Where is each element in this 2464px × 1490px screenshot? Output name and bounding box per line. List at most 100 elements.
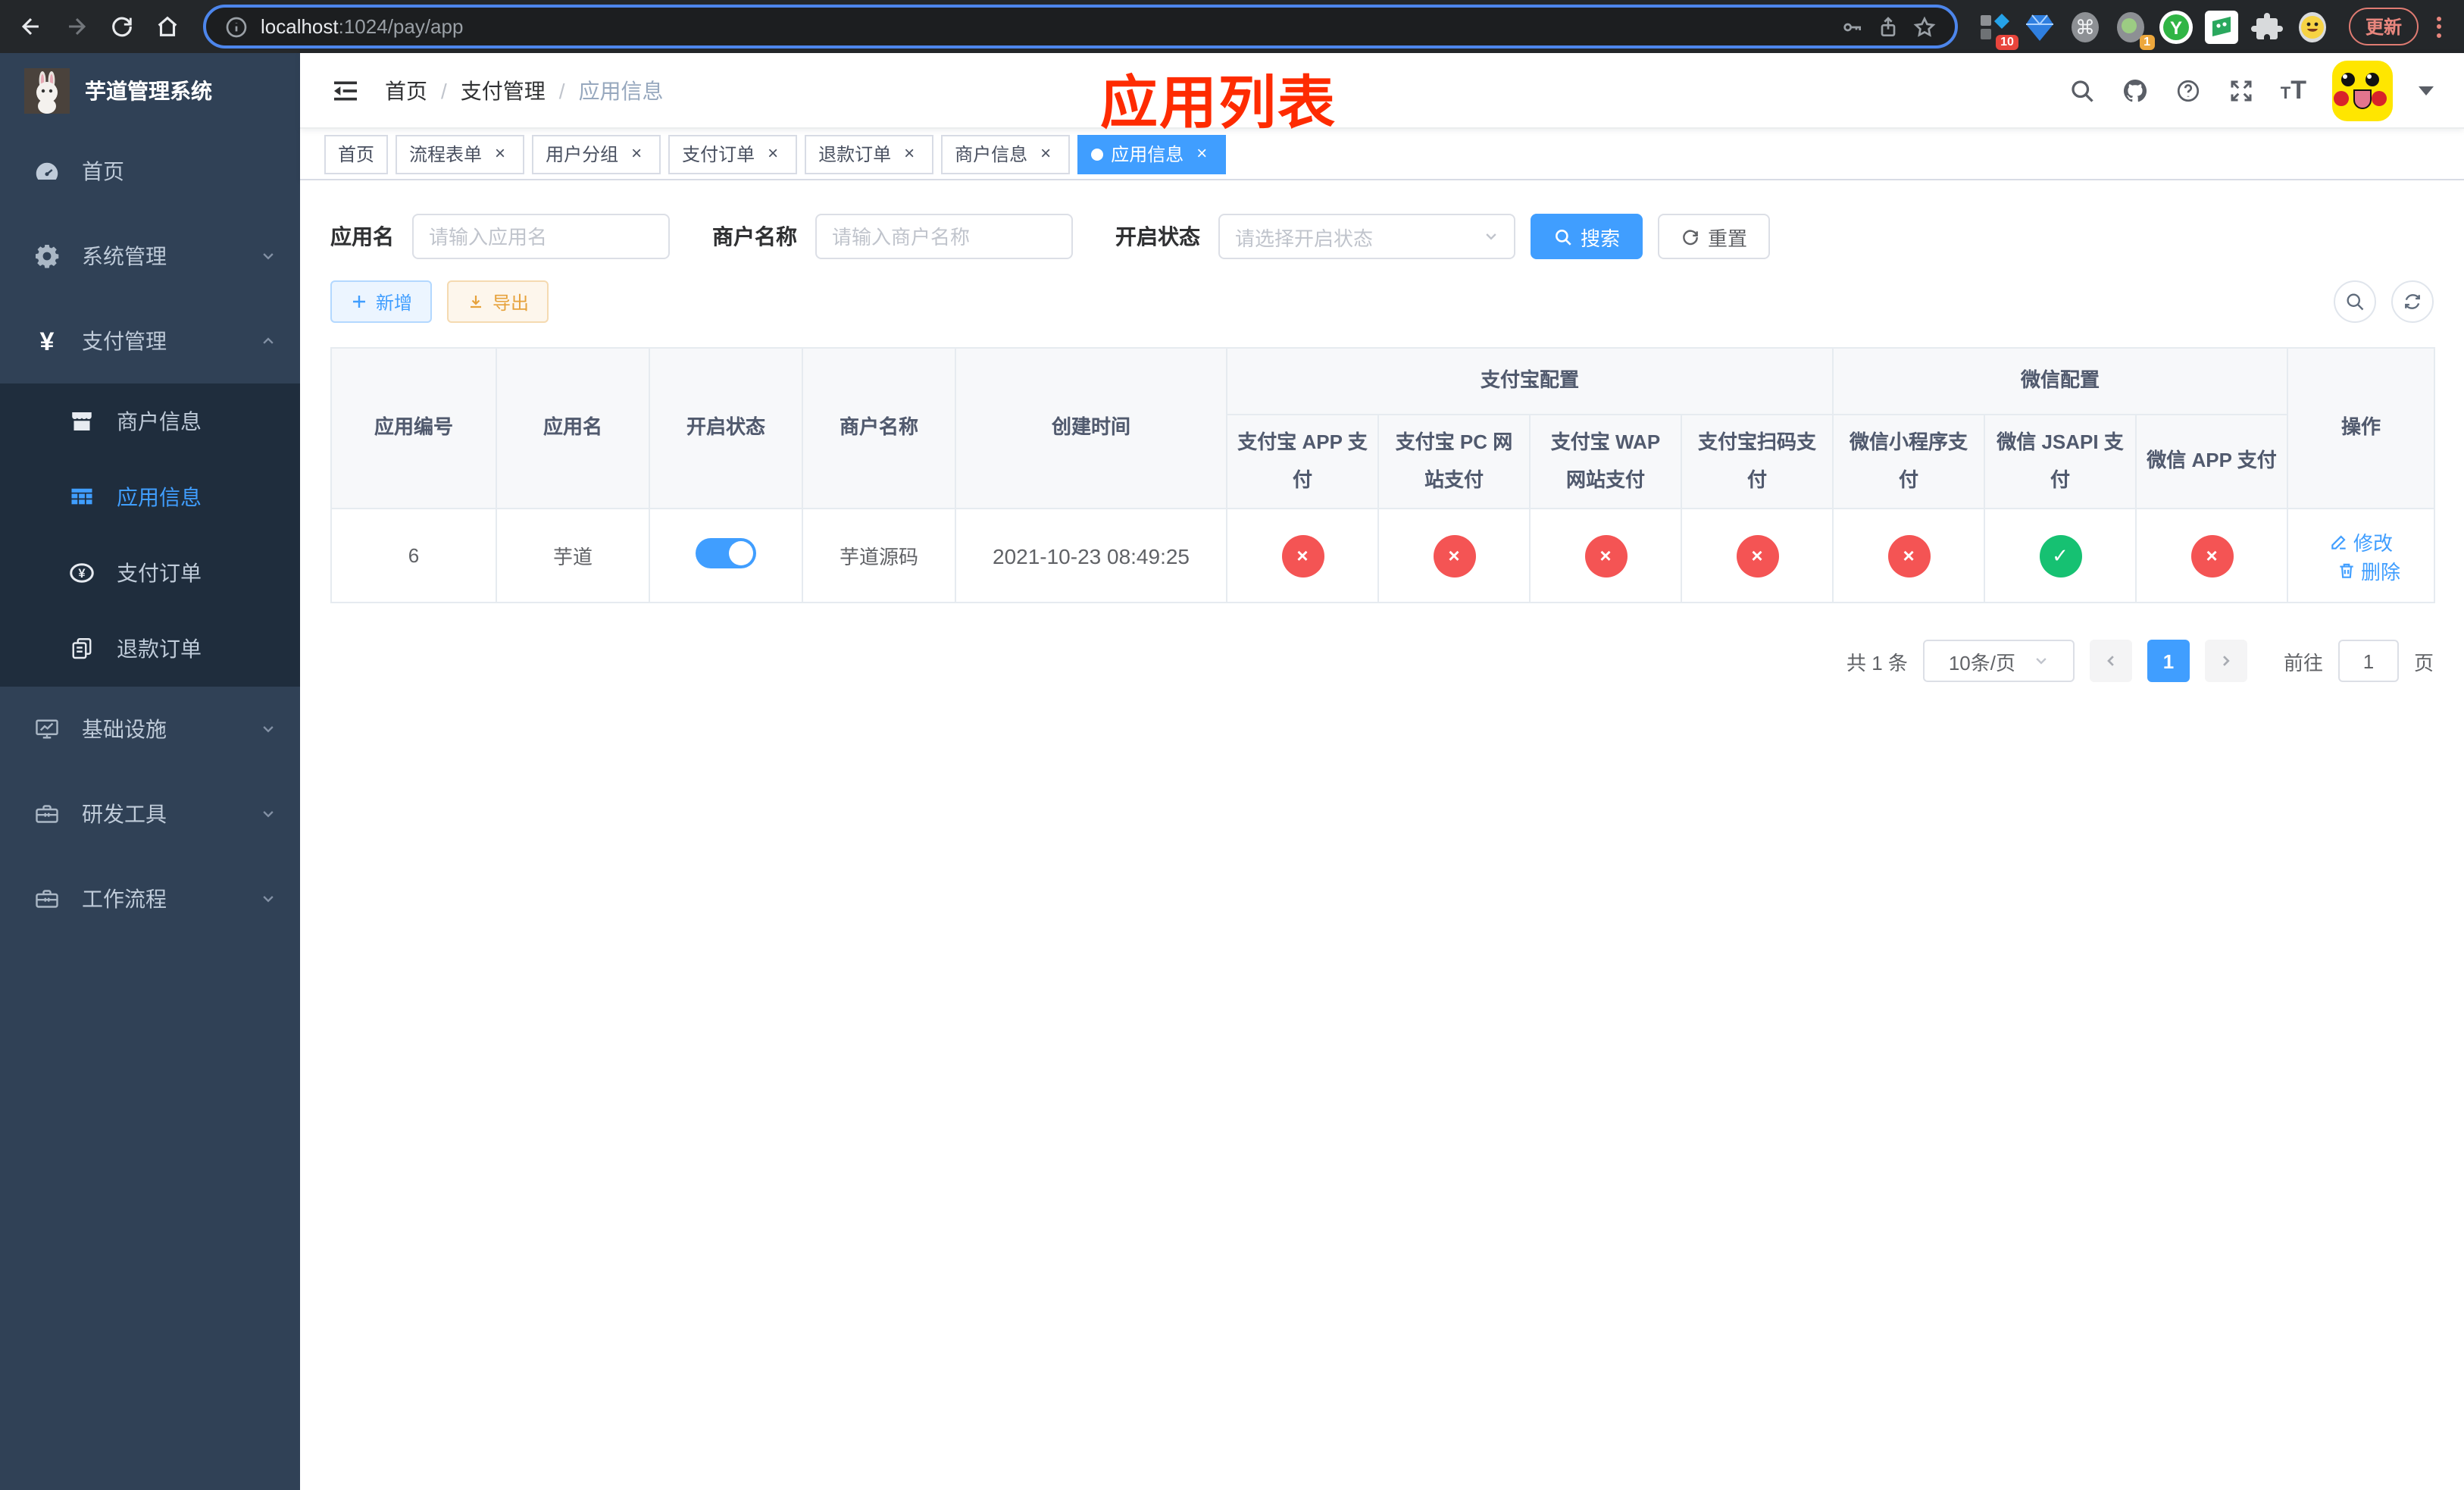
help-question-icon[interactable]: [2175, 77, 2202, 104]
sidebar-item-merchant-info[interactable]: 商户信息: [0, 383, 300, 459]
avatar-eye: [2341, 72, 2355, 86]
password-key-icon[interactable]: [1840, 14, 1864, 39]
tab-pay-order[interactable]: 支付订单 ×: [668, 134, 798, 174]
status-badge-disabled: ×: [1736, 534, 1778, 577]
app-table: 应用编号 应用名 开启状态 商户名称 创建时间 支付宝配置 微信配置 操作 支付…: [330, 347, 2436, 603]
sidebar-item-refund-order[interactable]: 退款订单: [0, 611, 300, 687]
col-alipay-wap: 支付宝 WAP 网站支付: [1529, 414, 1682, 509]
export-button-label: 导出: [492, 292, 530, 313]
sidebar-item-workflow[interactable]: 工作流程: [0, 856, 300, 941]
sidebar-item-pay[interactable]: ¥ 支付管理: [0, 299, 300, 383]
sidebar-item-home[interactable]: 首页: [0, 129, 300, 214]
tab-close-icon[interactable]: ×: [1191, 142, 1212, 164]
status-label: 开启状态: [1115, 224, 1200, 249]
ext-blocks-icon[interactable]: 10: [1976, 8, 2018, 49]
fullscreen-icon[interactable]: [2228, 77, 2255, 104]
breadcrumb-pay[interactable]: 支付管理: [461, 75, 546, 105]
ext-command-icon[interactable]: ⌘: [2067, 8, 2103, 45]
sidebar-item-label: 系统管理: [82, 244, 167, 268]
col-status: 开启状态: [649, 347, 803, 509]
font-size-icon[interactable]: TT: [2281, 77, 2306, 103]
add-button[interactable]: 新增: [330, 280, 433, 323]
monitor-chart-icon: [33, 715, 61, 743]
forward-button[interactable]: [55, 5, 97, 48]
reload-button[interactable]: [100, 5, 142, 48]
tab-refund-order[interactable]: 退款订单 ×: [805, 134, 934, 174]
table-toolbar: 新增 导出: [330, 280, 2434, 323]
export-button[interactable]: 导出: [447, 280, 549, 323]
sidebar-item-system[interactable]: 系统管理: [0, 214, 300, 299]
page-info-icon[interactable]: [224, 14, 249, 39]
status-badge-disabled: ×: [1433, 534, 1475, 577]
ext-badge: 10: [1996, 34, 2018, 49]
sidebar-item-app-info[interactable]: 应用信息: [0, 459, 300, 535]
toggle-search-button[interactable]: [2334, 280, 2376, 323]
tab-user-group[interactable]: 用户分组 ×: [532, 134, 661, 174]
ext-y-icon[interactable]: Y: [2158, 8, 2194, 45]
browser-menu-button[interactable]: [2428, 16, 2449, 37]
user-avatar[interactable]: [2332, 60, 2393, 121]
grid-table-icon: [68, 484, 95, 511]
status-select[interactable]: 请选择开启状态: [1218, 214, 1515, 259]
home-button[interactable]: [145, 5, 188, 48]
current-page-button[interactable]: 1: [2147, 640, 2190, 682]
url-bar[interactable]: localhost:1024/pay/app: [203, 5, 1958, 49]
reset-button[interactable]: 重置: [1658, 214, 1771, 259]
yen-circle-icon: ¥: [68, 559, 95, 587]
ext-recorder-icon[interactable]: 1: [2112, 8, 2155, 49]
tab-app-info-active[interactable]: 应用信息 ×: [1077, 134, 1227, 174]
col-app-name: 应用名: [496, 347, 650, 509]
tab-close-icon[interactable]: ×: [1035, 142, 1056, 164]
avatar-caret-icon[interactable]: [2419, 86, 2434, 95]
tab-close-icon[interactable]: ×: [762, 142, 783, 164]
sidebar-logo[interactable]: 芋道管理系统: [0, 53, 300, 129]
cell-app-name: 芋道: [496, 508, 650, 603]
app-name-label: 应用名: [330, 224, 394, 249]
app-title: 芋道管理系统: [85, 79, 212, 103]
prev-page-button[interactable]: [2089, 640, 2132, 682]
extensions-puzzle-icon[interactable]: [2249, 8, 2285, 45]
chevron-right-icon: [2222, 656, 2230, 666]
ext-gem-icon[interactable]: [2022, 8, 2058, 45]
status-toggle-on[interactable]: [696, 538, 756, 568]
top-navbar: 首页 / 支付管理 / 应用信息 应用列表 T T: [300, 53, 2464, 136]
goto-label: 前往: [2283, 651, 2323, 674]
bookmark-star-icon[interactable]: [1912, 14, 1937, 39]
hamburger-collapse-button[interactable]: [330, 75, 361, 105]
tab-close-icon[interactable]: ×: [489, 142, 511, 164]
sidebar-item-pay-order[interactable]: ¥ 支付订单: [0, 535, 300, 611]
edit-link[interactable]: 修改: [2329, 527, 2393, 556]
refresh-icon: [1683, 229, 1698, 245]
col-group-wechat: 微信配置: [1832, 347, 2289, 415]
share-icon[interactable]: [1876, 14, 1900, 39]
tab-merchant-info[interactable]: 商户信息 ×: [941, 134, 1071, 174]
goto-page-input[interactable]: [2337, 640, 2399, 682]
cell-wx-lite: ×: [1832, 508, 1986, 603]
breadcrumb-home[interactable]: 首页: [385, 75, 427, 105]
tab-home[interactable]: 首页: [324, 134, 389, 174]
status-badge-enabled: ✓: [2039, 534, 2082, 577]
tab-process-form[interactable]: 流程表单 ×: [396, 134, 525, 174]
github-icon[interactable]: [2122, 77, 2149, 104]
next-page-button[interactable]: [2204, 640, 2247, 682]
merchant-name-input[interactable]: [815, 214, 1073, 259]
header-search-icon[interactable]: [2068, 77, 2096, 104]
cell-alipay-wap: ×: [1529, 508, 1682, 603]
tab-close-icon[interactable]: ×: [626, 142, 647, 164]
col-group-alipay: 支付宝配置: [1225, 347, 1834, 415]
app-name-input[interactable]: [412, 214, 670, 259]
browser-update-button[interactable]: 更新: [2348, 8, 2419, 45]
sidebar-item-infra[interactable]: 基础设施: [0, 687, 300, 772]
add-button-label: 新增: [376, 292, 413, 313]
sidebar-item-devtools[interactable]: 研发工具: [0, 772, 300, 856]
sidebar-item-label: 研发工具: [82, 802, 167, 826]
search-button[interactable]: 搜索: [1531, 214, 1643, 259]
browser-profile-avatar[interactable]: [2294, 8, 2331, 45]
col-create-time: 创建时间: [955, 347, 1227, 509]
tab-close-icon[interactable]: ×: [899, 142, 920, 164]
ext-chat-icon[interactable]: [2203, 8, 2240, 45]
delete-link[interactable]: 删除: [2337, 556, 2400, 584]
refresh-table-button[interactable]: [2391, 280, 2434, 323]
back-button[interactable]: [9, 5, 52, 48]
page-size-select[interactable]: 10条/页: [1922, 640, 2075, 682]
